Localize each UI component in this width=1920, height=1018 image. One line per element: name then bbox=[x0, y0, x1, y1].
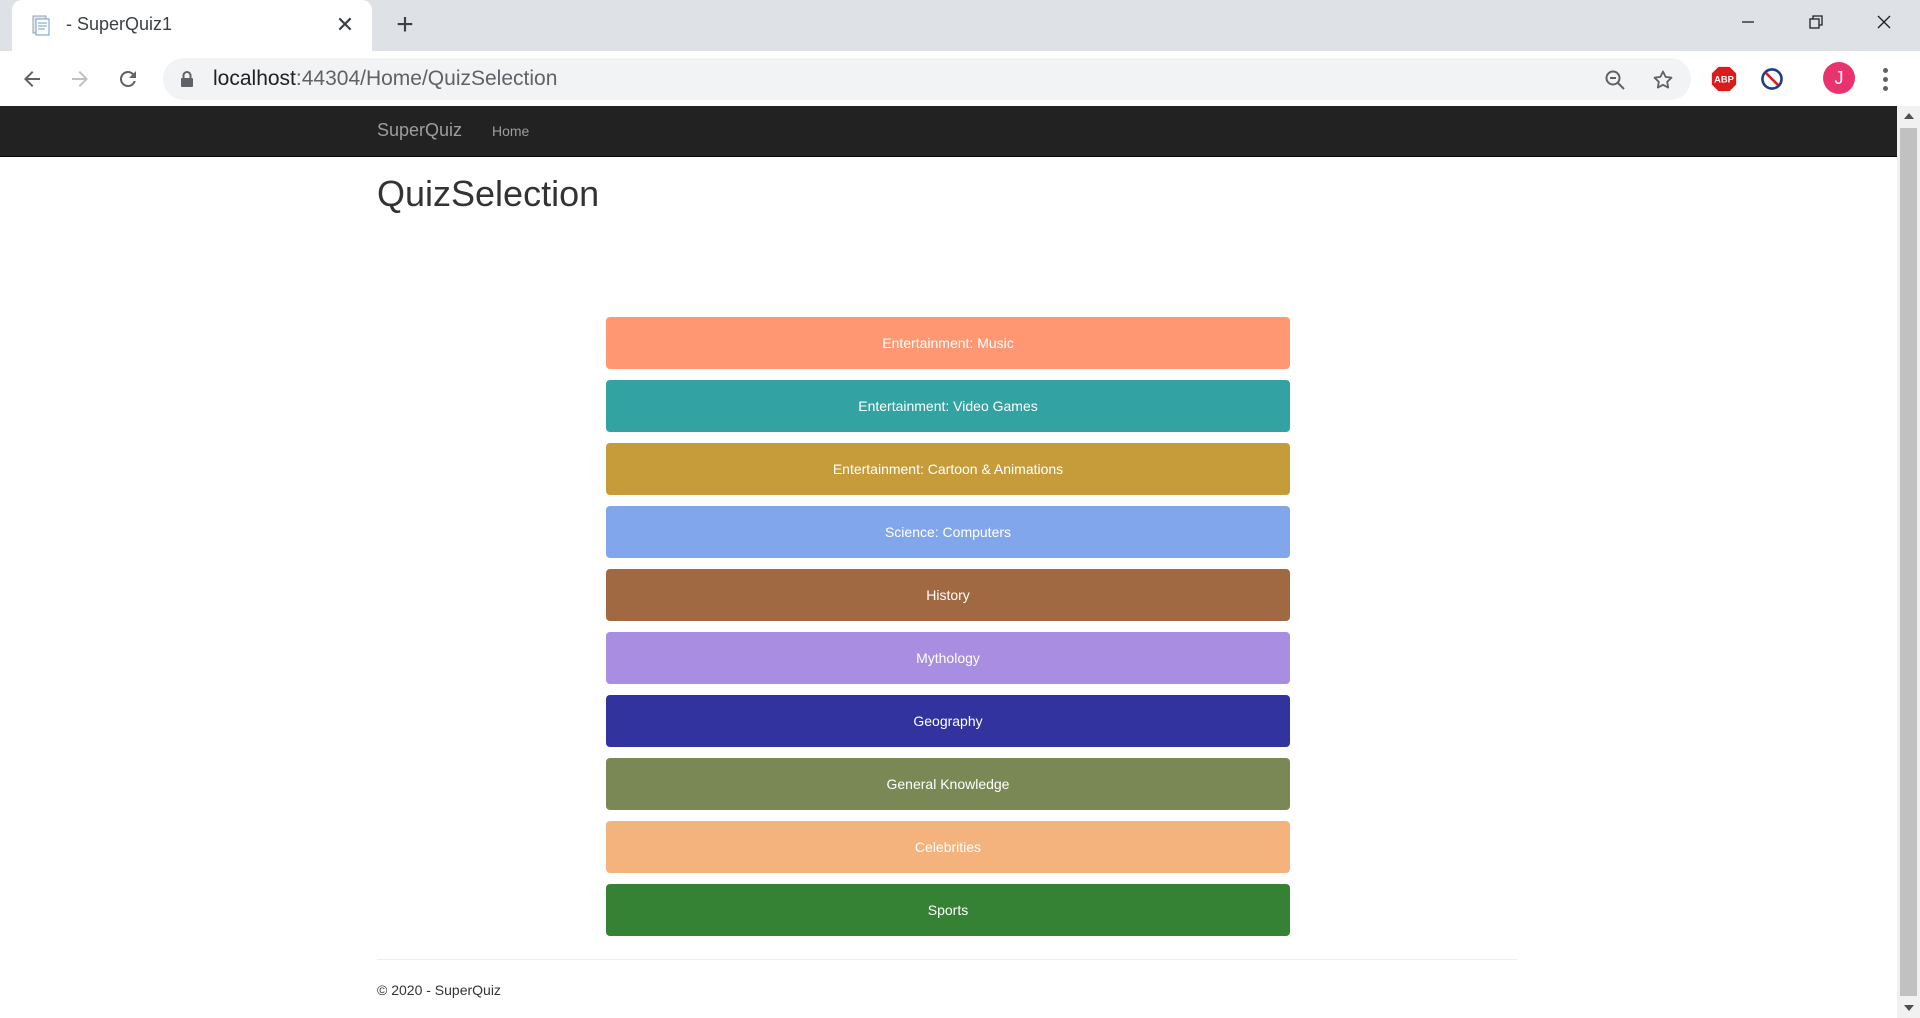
reload-icon bbox=[119, 70, 136, 87]
adblock-extension-button[interactable]: ABP bbox=[1709, 64, 1739, 94]
page-viewport: SuperQuiz Home QuizSelection Entertainme… bbox=[0, 106, 1897, 1018]
address-bar[interactable]: localhost:44304/Home/QuizSelection bbox=[163, 58, 1691, 100]
quiz-button-general-knowledge[interactable]: General Knowledge bbox=[606, 758, 1290, 810]
browser-tab-strip: - SuperQuiz1 ✕ + bbox=[0, 0, 1920, 51]
scrollbar-thumb[interactable] bbox=[1900, 128, 1917, 996]
quiz-button-science-computers[interactable]: Science: Computers bbox=[606, 506, 1290, 558]
page-favicon-icon bbox=[30, 14, 52, 36]
page-title: QuizSelection bbox=[377, 173, 600, 214]
lock-icon bbox=[181, 71, 193, 87]
bookmark-button[interactable] bbox=[1648, 65, 1678, 95]
quiz-button-sports[interactable]: Sports bbox=[606, 884, 1290, 936]
browser-toolbar: localhost:44304/Home/QuizSelection ABP J bbox=[0, 51, 1920, 107]
zoom-out-icon bbox=[1605, 70, 1625, 90]
quiz-button-celebrities[interactable]: Celebrities bbox=[606, 821, 1290, 873]
minimize-icon bbox=[1742, 21, 1754, 23]
nav-home-link[interactable]: Home bbox=[492, 123, 529, 139]
forward-arrow-icon bbox=[72, 71, 88, 87]
block-icon bbox=[1761, 68, 1783, 90]
adblock-icon: ABP bbox=[1711, 66, 1737, 92]
site-navbar: SuperQuiz Home bbox=[0, 106, 1897, 157]
star-icon bbox=[1653, 70, 1673, 89]
footer-copyright: © 2020 - SuperQuiz bbox=[377, 982, 501, 998]
blocker-extension-button[interactable] bbox=[1757, 64, 1787, 94]
quiz-category-list: Entertainment: Music Entertainment: Vide… bbox=[606, 317, 1290, 947]
reload-button[interactable] bbox=[110, 61, 146, 97]
quiz-button-entertainment-cartoon-animations[interactable]: Entertainment: Cartoon & Animations bbox=[606, 443, 1290, 495]
tab-close-icon[interactable]: ✕ bbox=[332, 12, 358, 38]
close-window-button[interactable] bbox=[1850, 0, 1918, 44]
restore-window-button[interactable] bbox=[1782, 0, 1850, 44]
svg-text:ABP: ABP bbox=[1714, 75, 1734, 85]
back-button[interactable] bbox=[14, 61, 50, 97]
zoom-button[interactable] bbox=[1600, 65, 1630, 95]
scroll-down-arrow-icon[interactable] bbox=[1897, 998, 1920, 1018]
navbar-brand-link[interactable]: SuperQuiz bbox=[377, 120, 462, 141]
minimize-window-button[interactable] bbox=[1714, 0, 1782, 44]
page-scrollbar[interactable] bbox=[1897, 106, 1920, 1018]
new-tab-button[interactable]: + bbox=[389, 10, 421, 42]
quiz-button-mythology[interactable]: Mythology bbox=[606, 632, 1290, 684]
quiz-button-history[interactable]: History bbox=[606, 569, 1290, 621]
scroll-up-arrow-icon[interactable] bbox=[1897, 106, 1920, 126]
back-arrow-icon bbox=[24, 71, 40, 87]
close-icon bbox=[1877, 15, 1891, 29]
tab-title: - SuperQuiz1 bbox=[66, 14, 173, 34]
footer-divider bbox=[377, 959, 1517, 960]
profile-avatar[interactable]: J bbox=[1823, 62, 1855, 94]
restore-icon bbox=[1809, 15, 1823, 29]
forward-button[interactable] bbox=[62, 61, 98, 97]
quiz-button-entertainment-music[interactable]: Entertainment: Music bbox=[606, 317, 1290, 369]
browser-menu-icon[interactable] bbox=[1873, 62, 1897, 96]
quiz-button-geography[interactable]: Geography bbox=[606, 695, 1290, 747]
url-text: localhost:44304/Home/QuizSelection bbox=[213, 67, 558, 90]
quiz-button-entertainment-video-games[interactable]: Entertainment: Video Games bbox=[606, 380, 1290, 432]
browser-tab[interactable]: - SuperQuiz1 ✕ bbox=[12, 0, 372, 51]
